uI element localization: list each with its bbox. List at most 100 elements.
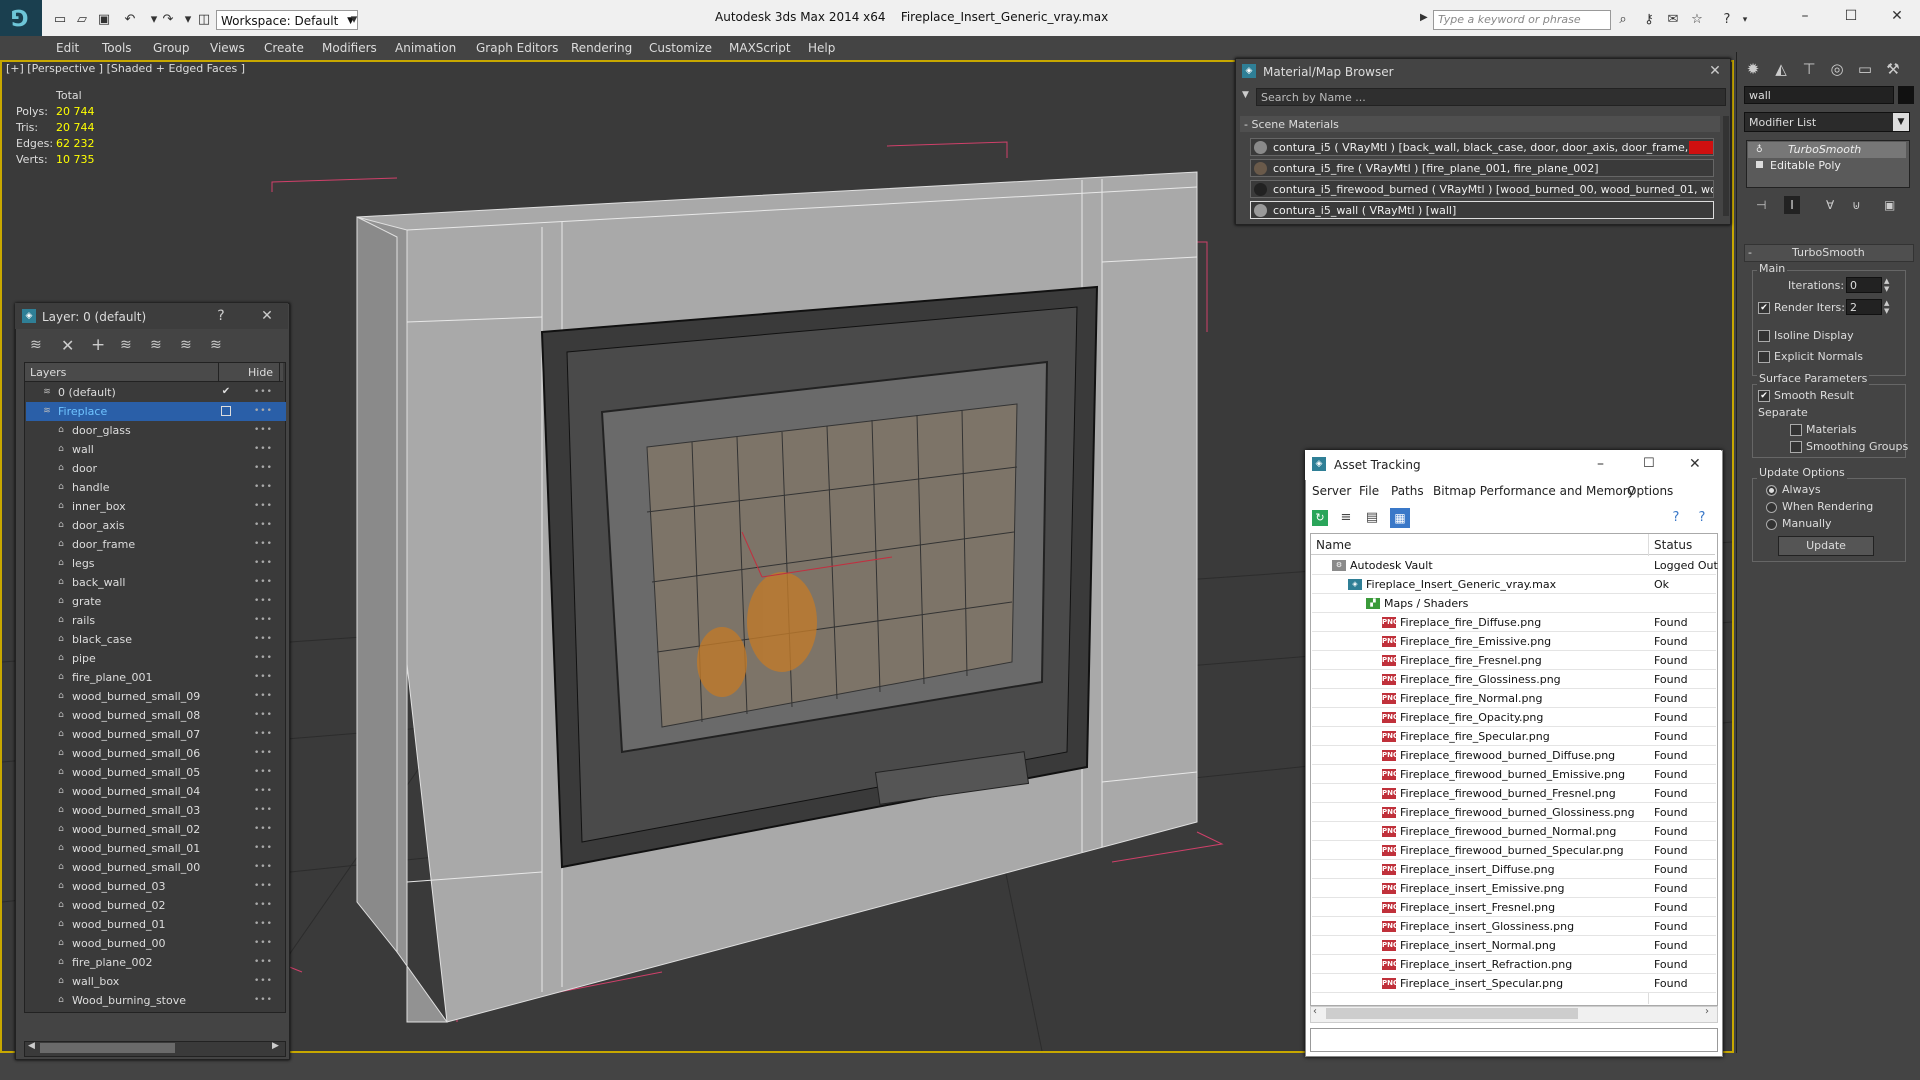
add-to-layer-icon[interactable]: +	[91, 335, 105, 355]
layer-close-icon[interactable]: ✕	[258, 308, 276, 324]
layer-freeze-dots-icon[interactable]: •••	[254, 801, 273, 820]
asset-menu-paths[interactable]: Paths	[1391, 484, 1424, 498]
search-expand-icon[interactable]: ▶	[1420, 12, 1428, 23]
layer-row[interactable]: ⌂ fire_plane_001 •••	[26, 668, 286, 687]
display-tab-icon[interactable]: ▭	[1854, 58, 1876, 80]
layer-row[interactable]: ⌂ door •••	[26, 459, 286, 478]
redo-dropdown-icon[interactable]: ▾	[180, 12, 196, 28]
help-icon[interactable]: ?	[1718, 12, 1736, 28]
scroll-thumb[interactable]	[40, 1043, 175, 1053]
update-button[interactable]: Update	[1778, 536, 1874, 556]
layer-freeze-dots-icon[interactable]: •••	[254, 896, 273, 915]
table-view-icon[interactable]: ▦	[1390, 508, 1410, 528]
layer-freeze-dots-icon[interactable]: •••	[254, 516, 273, 535]
modify-tab-icon[interactable]: ◭	[1770, 58, 1792, 80]
material-row[interactable]: contura_i5_wall ( VRayMtl ) [wall]	[1250, 201, 1714, 219]
maximize-icon[interactable]: ☐	[1836, 4, 1866, 28]
layer-row[interactable]: ⌂ wood_burned_02 •••	[26, 896, 286, 915]
layer-freeze-dots-icon[interactable]: •••	[254, 478, 273, 497]
stack-item-turbosmooth[interactable]: ♁ TurboSmooth	[1748, 142, 1906, 158]
layer-row[interactable]: ⌂ wood_burned_small_06 •••	[26, 744, 286, 763]
render-iters-spinner[interactable]: 2	[1846, 299, 1882, 315]
material-browser-scrollbar[interactable]	[1723, 116, 1729, 216]
layer-freeze-dots-icon[interactable]: •••	[254, 668, 273, 687]
materials-checkbox[interactable]	[1790, 424, 1802, 436]
spinner-arrows-icon[interactable]: ▲ ▼	[1884, 299, 1889, 315]
layer-freeze-dots-icon[interactable]: •••	[254, 744, 273, 763]
layer-row[interactable]: ⌂ inner_box •••	[26, 497, 286, 516]
viewport-label[interactable]: [+] [Perspective ] [Shaded + Edged Faces…	[6, 62, 245, 75]
layer-row[interactable]: ⌂ wood_burned_01 •••	[26, 915, 286, 934]
list-view-icon[interactable]: ≡	[1338, 510, 1354, 526]
workspace-dropdown[interactable]: Workspace: Default ▼	[216, 10, 358, 30]
infocenter-search-input[interactable]: Type a keyword or phrase	[1433, 10, 1611, 30]
layer-freeze-dots-icon[interactable]: •••	[254, 839, 273, 858]
layer-freeze-dots-icon[interactable]: •••	[254, 421, 273, 440]
layer-freeze-dots-icon[interactable]: •••	[254, 782, 273, 801]
browser-options-icon[interactable]: ▼	[1242, 90, 1249, 100]
layer-row[interactable]: ⌂ wood_burned_small_04 •••	[26, 782, 286, 801]
menu-animation[interactable]: Animation	[395, 36, 456, 60]
asset-row[interactable]: PNG Fireplace_fire_Emissive.png Found	[1312, 632, 1716, 651]
layer-freeze-dots-icon[interactable]: •••	[254, 459, 273, 478]
detail-view-icon[interactable]: ▤	[1364, 510, 1380, 526]
layer-row[interactable]: ⌂ legs •••	[26, 554, 286, 573]
layer-freeze-dots-icon[interactable]: •••	[254, 573, 273, 592]
menu-group[interactable]: Group	[153, 36, 190, 60]
asset-row[interactable]: PNG Fireplace_insert_Specular.png Found	[1312, 974, 1716, 993]
asset-row[interactable]: PNG Fireplace_firewood_burned_Normal.png F…	[1312, 822, 1716, 841]
layer-freeze-dots-icon[interactable]: •••	[254, 953, 273, 972]
modifier-list-dropdown[interactable]: Modifier List ▼	[1744, 112, 1910, 132]
layer-row[interactable]: ⌂ wall •••	[26, 440, 286, 459]
scroll-left-icon[interactable]: ◀	[28, 1041, 35, 1051]
asset-row[interactable]: PNG Fireplace_fire_Normal.png Found	[1312, 689, 1716, 708]
asset-row[interactable]: ⚙ Autodesk Vault Logged Out	[1312, 556, 1718, 575]
asset-row[interactable]: PNG Fireplace_firewood_burned_Emissive.pn…	[1312, 765, 1716, 784]
layer-freeze-dots-icon[interactable]: •••	[254, 991, 273, 1010]
asset-row[interactable]: PNG Fireplace_firewood_burned_Diffuse.png…	[1312, 746, 1716, 765]
object-name-field[interactable]: wall	[1744, 86, 1894, 104]
context-help-icon[interactable]: ?	[1694, 510, 1710, 526]
asset-row[interactable]: ▞ Maps / Shaders	[1312, 594, 1716, 613]
layer-freeze-dots-icon[interactable]: •••	[254, 440, 273, 459]
layer-row[interactable]: ⌂ wood_burned_03 •••	[26, 877, 286, 896]
smoothing-groups-checkbox[interactable]	[1790, 441, 1802, 453]
hierarchy-tab-icon[interactable]: ⊤	[1798, 58, 1820, 80]
asset-row[interactable]: PNG Fireplace_firewood_burned_Fresnel.png…	[1312, 784, 1716, 803]
asset-row[interactable]: PNG Fireplace_insert_Glossiness.png Found	[1312, 917, 1716, 936]
workspace-dropdown-arrow-icon[interactable]: ▾	[346, 12, 362, 28]
freeze-all-layers-icon[interactable]: ≋	[210, 337, 222, 353]
menu-maxscript[interactable]: MAXScript	[729, 36, 791, 60]
menu-views[interactable]: Views	[210, 36, 245, 60]
layer-freeze-dots-icon[interactable]: •••	[254, 763, 273, 782]
object-color-swatch[interactable]	[1898, 86, 1914, 104]
communication-center-icon[interactable]: ✉	[1664, 12, 1682, 28]
asset-row[interactable]: PNG Fireplace_insert_Refraction.png Found	[1312, 955, 1716, 974]
smooth-result-checkbox[interactable]: ✔	[1758, 390, 1770, 402]
layer-row[interactable]: ⌂ door_axis •••	[26, 516, 286, 535]
render-iters-checkbox[interactable]: ✔	[1758, 302, 1770, 314]
layer-row[interactable]: ⌂ wood_burned_small_09 •••	[26, 687, 286, 706]
layer-row[interactable]: ⌂ wood_burned_small_01 •••	[26, 839, 286, 858]
layer-row[interactable]: ⌂ back_wall •••	[26, 573, 286, 592]
close-icon[interactable]: ✕	[1882, 4, 1912, 28]
layer-freeze-dots-icon[interactable]: •••	[254, 725, 273, 744]
layer-freeze-dots-icon[interactable]: •••	[254, 383, 273, 402]
asset-menu-options[interactable]: Options	[1627, 484, 1673, 498]
layer-row[interactable]: ⌂ wood_burned_small_07 •••	[26, 725, 286, 744]
hide-all-layers-icon[interactable]: ≋	[180, 337, 192, 353]
asset-row[interactable]: PNG Fireplace_fire_Diffuse.png Found	[1312, 613, 1716, 632]
asset-row[interactable]: PNG Fireplace_firewood_burned_Specular.pn…	[1312, 841, 1716, 860]
asset-path-field[interactable]	[1310, 1028, 1718, 1052]
manually-radio[interactable]	[1766, 519, 1777, 530]
minimize-icon[interactable]: –	[1790, 4, 1820, 28]
stack-item-editable-poly[interactable]: Editable Poly	[1748, 158, 1906, 174]
hide-toggle[interactable]	[221, 406, 231, 416]
search-by-name-input[interactable]: Search by Name ...	[1256, 88, 1726, 106]
when-rendering-radio[interactable]	[1766, 502, 1777, 513]
refresh-icon[interactable]: ↻	[1312, 510, 1328, 526]
highlight-layer-icon[interactable]: ≋	[150, 337, 162, 353]
select-in-layer-icon[interactable]: ≋	[120, 337, 132, 353]
status-column-header[interactable]: Status	[1654, 538, 1692, 552]
undo-icon[interactable]: ↶	[122, 12, 138, 28]
